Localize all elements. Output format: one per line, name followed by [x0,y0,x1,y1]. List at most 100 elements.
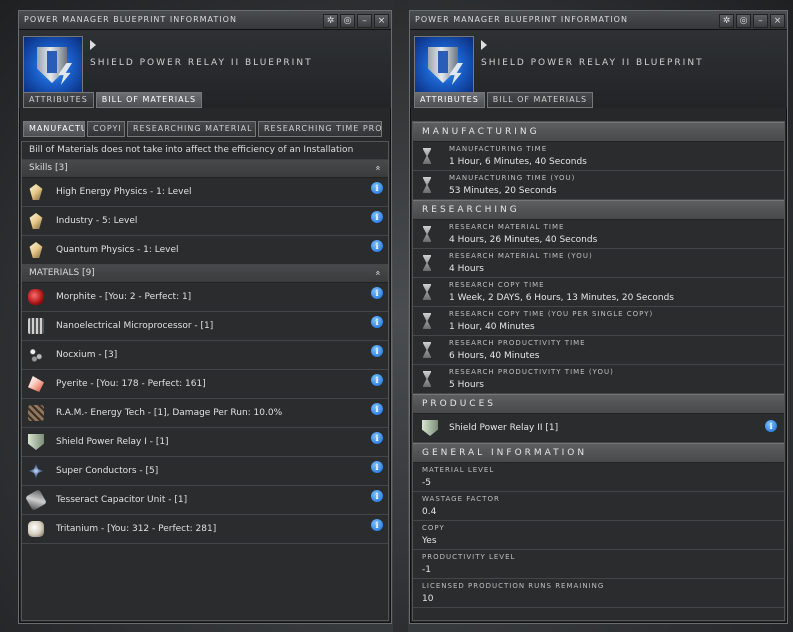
material-row[interactable]: Nanoelectrical Microprocessor - [1] i [22,312,388,341]
skill-row[interactable]: Quantum Physics - 1: Level i [22,236,388,265]
skills-list: High Energy Physics - 1: Level i Industry … [22,178,388,265]
attributes-panel: MANUFACTURING MANUFACTURING TIME 1 Hour, … [412,121,785,621]
skills-section-header[interactable]: Skills [3] » [22,160,388,178]
info-icon[interactable]: i [371,240,383,252]
info-icon[interactable]: i [371,182,383,194]
general-info-row: MATERIAL LEVEL -5 [413,463,784,492]
settings-icon[interactable]: ◎ [736,14,751,28]
hourglass-icon [423,255,431,271]
morphite-icon [28,289,44,305]
info-icon[interactable]: i [371,316,383,328]
material-row-label: Shield Power Relay I - [1] [56,437,169,447]
ram-icon [28,405,44,421]
close-icon[interactable]: × [770,14,785,28]
general-info-row-key: WASTAGE FACTOR [422,495,500,503]
info-icon[interactable]: i [371,287,383,299]
material-row[interactable]: Tritanium - [You: 312 - Perfect: 281] i [22,515,388,544]
collapse-icon[interactable]: » [373,267,385,280]
material-row[interactable]: R.A.M.- Energy Tech - [1], Damage Per Ru… [22,399,388,428]
blueprint-icon [23,36,83,96]
info-icon[interactable]: i [371,374,383,386]
show-info-arrow-icon[interactable] [481,40,487,50]
blueprint-name: Shield Power Relay II Blueprint [90,58,313,68]
window-title: Power Manager Blueprint Information [415,15,628,24]
skillbook-icon [29,184,43,200]
manufacturing-row-key: MANUFACTURING TIME (YOU) [449,174,576,182]
general-info-row: PRODUCTIVITY LEVEL -1 [413,550,784,579]
hourglass-icon [423,148,431,164]
info-icon[interactable]: i [371,403,383,415]
tab-bill-of-materials[interactable]: Bill of Materials [95,92,203,108]
research-row: RESEARCH PRODUCTIVITY TIME (YOU) 5 Hours [413,365,784,394]
window-titlebar[interactable]: Power Manager Blueprint Information ✲ ◎ … [410,11,787,30]
pin-icon[interactable]: ✲ [323,14,338,28]
research-row-key: RESEARCH MATERIAL TIME [449,223,565,231]
material-row[interactable]: Pyerite - [You: 178 - Perfect: 161] i [22,370,388,399]
subtab-researching-time[interactable]: RESEARCHING TIME PROD [258,121,382,137]
manufacturing-list: MANUFACTURING TIME 1 Hour, 6 Minutes, 40 … [413,142,784,200]
general-info-row-key: COPY [422,524,445,532]
bill-of-materials-panel: Bill of Materials does not take into aff… [21,141,389,621]
nocxium-icon [28,347,44,363]
show-info-arrow-icon[interactable] [90,40,96,50]
research-row-key: RESEARCH PRODUCTIVITY TIME [449,339,586,347]
blueprint-header: Shield Power Relay II Blueprint Attribut… [410,30,787,108]
research-row-key: RESEARCH PRODUCTIVITY TIME (YOU) [449,368,614,376]
settings-icon[interactable]: ◎ [340,14,355,28]
produced-item-row[interactable]: Shield Power Relay II [1] i [413,414,784,443]
research-row-key: RESEARCH COPY TIME (YOU PER SINGLE COPY) [449,310,654,318]
info-icon[interactable]: i [371,461,383,473]
research-row-value: 4 Hours [449,264,484,274]
material-row-label: R.A.M.- Energy Tech - [1], Damage Per Ru… [56,408,283,418]
subtab-researching-material[interactable]: RESEARCHING MATERIAL E [127,121,256,137]
research-row: RESEARCH PRODUCTIVITY TIME 6 Hours, 40 Mi… [413,336,784,365]
material-row-label: Nocxium - [3] [56,350,118,360]
general-info-row-value: -1 [422,565,431,575]
window-title: Power Manager Blueprint Information [24,15,237,24]
research-row-value: 1 Hour, 40 Minutes [449,322,535,332]
general-info-row: LICENSED PRODUCTION RUNS REMAINING 10 [413,579,784,608]
superconductor-icon [28,463,44,479]
pin-icon[interactable]: ✲ [719,14,734,28]
hourglass-icon [423,342,431,358]
general-info-row-key: PRODUCTIVITY LEVEL [422,553,516,561]
manufacturing-section-header: MANUFACTURING [413,122,784,142]
material-row[interactable]: Nocxium - [3] i [22,341,388,370]
microprocessor-icon [28,318,44,334]
materials-header-label: MATERIALS [9] [29,268,95,278]
window-titlebar[interactable]: Power Manager Blueprint Information ✲ ◎ … [19,11,391,30]
info-icon[interactable]: i [371,432,383,444]
hourglass-icon [423,284,431,300]
subtab-manufacturing[interactable]: MANUFACTU [23,121,85,137]
material-row-label: Super Conductors - [5] [56,466,159,476]
tritanium-icon [28,521,44,537]
material-row[interactable]: Super Conductors - [5] i [22,457,388,486]
collapse-icon[interactable]: » [373,162,385,175]
general-info-row-key: MATERIAL LEVEL [422,466,495,474]
manufacturing-row: MANUFACTURING TIME 1 Hour, 6 Minutes, 40 … [413,142,784,171]
close-icon[interactable]: × [374,14,389,28]
subtab-copying[interactable]: COPYI [87,121,125,137]
material-row[interactable]: Morphite - [You: 2 - Perfect: 1] i [22,283,388,312]
info-icon[interactable]: i [371,345,383,357]
info-icon[interactable]: i [371,519,383,531]
tab-attributes[interactable]: Attributes [23,92,94,108]
shield-relay-icon [28,434,44,450]
info-icon[interactable]: i [371,490,383,502]
material-row[interactable]: Shield Power Relay I - [1] i [22,428,388,457]
skill-row-label: Industry - 5: Level [56,216,138,226]
general-info-row-value: Yes [422,536,437,546]
general-info-row-key: LICENSED PRODUCTION RUNS REMAINING [422,582,605,590]
produced-item-label: Shield Power Relay II [1] [449,423,559,433]
tab-attributes[interactable]: Attributes [414,92,485,108]
minimize-icon[interactable]: – [753,14,768,28]
info-icon[interactable]: i [371,211,383,223]
info-icon[interactable]: i [765,420,777,432]
material-row[interactable]: Tesseract Capacitor Unit - [1] i [22,486,388,515]
materials-section-header[interactable]: MATERIALS [9] » [22,265,388,283]
skill-row[interactable]: High Energy Physics - 1: Level i [22,178,388,207]
minimize-icon[interactable]: – [357,14,372,28]
tab-bill-of-materials[interactable]: Bill of Materials [486,92,594,108]
research-row-value: 6 Hours, 40 Minutes [449,351,540,361]
skill-row[interactable]: Industry - 5: Level i [22,207,388,236]
